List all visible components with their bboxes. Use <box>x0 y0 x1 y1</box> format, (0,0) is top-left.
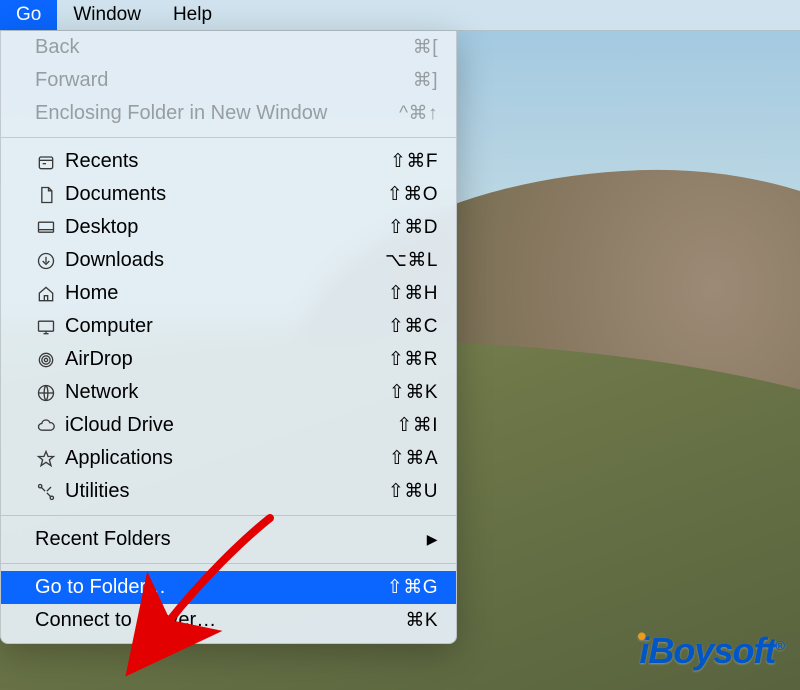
menu-label: Downloads <box>65 249 385 272</box>
applications-icon <box>35 448 57 470</box>
menu-item-computer[interactable]: Computer ⇧⌘C <box>1 310 456 343</box>
menu-label: Documents <box>65 183 387 206</box>
watermark-dot-icon: • <box>637 621 645 651</box>
menubar-item-window[interactable]: Window <box>57 0 157 30</box>
menu-label: Utilities <box>65 480 388 503</box>
menu-label: Network <box>65 381 389 404</box>
menu-label: AirDrop <box>65 348 388 371</box>
menu-item-desktop[interactable]: Desktop ⇧⌘D <box>1 211 456 244</box>
menu-item-icloud-drive[interactable]: iCloud Drive ⇧⌘I <box>1 409 456 442</box>
menu-label: iCloud Drive <box>65 414 396 437</box>
menu-item-documents[interactable]: Documents ⇧⌘O <box>1 178 456 211</box>
watermark-logo: •iBoysoft® <box>631 630 784 672</box>
menu-label: Forward <box>35 69 413 92</box>
menu-label: Home <box>65 282 388 305</box>
menu-item-applications[interactable]: Applications ⇧⌘A <box>1 442 456 475</box>
cloud-icon <box>35 415 57 437</box>
menu-item-go-to-folder[interactable]: Go to Folder… ⇧⌘G <box>1 571 456 604</box>
menu-item-connect-to-server[interactable]: Connect to Server… ⌘K <box>1 604 456 637</box>
menubar: Go Window Help <box>0 0 800 31</box>
menu-item-network[interactable]: Network ⇧⌘K <box>1 376 456 409</box>
watermark-registered: ® <box>775 638 784 653</box>
documents-icon <box>35 184 57 206</box>
menu-separator <box>1 137 456 138</box>
menu-label: Back <box>35 36 413 59</box>
menu-shortcut: ^⌘↑ <box>399 102 438 125</box>
menu-shortcut: ⇧⌘H <box>388 282 438 305</box>
menubar-item-go[interactable]: Go <box>0 0 57 30</box>
menu-shortcut: ⇧⌘G <box>387 576 438 599</box>
submenu-arrow-icon: ▶ <box>427 531 438 548</box>
airdrop-icon <box>35 349 57 371</box>
computer-icon <box>35 316 57 338</box>
menu-label: Connect to Server… <box>35 609 405 632</box>
menu-shortcut: ⇧⌘F <box>390 150 438 173</box>
desktop-background: Go Window Help Back ⌘[ Forward ⌘] Enclos… <box>0 0 800 690</box>
go-menu-dropdown: Back ⌘[ Forward ⌘] Enclosing Folder in N… <box>0 31 457 644</box>
menu-separator <box>1 563 456 564</box>
menu-item-back: Back ⌘[ <box>1 31 456 64</box>
menu-shortcut: ⇧⌘I <box>396 414 438 437</box>
menu-item-downloads[interactable]: Downloads ⌥⌘L <box>1 244 456 277</box>
utilities-icon <box>35 481 57 503</box>
menu-shortcut: ⇧⌘C <box>388 315 438 338</box>
menu-label: Enclosing Folder in New Window <box>35 102 399 125</box>
menu-shortcut: ⌘] <box>413 69 438 92</box>
menu-item-forward: Forward ⌘] <box>1 64 456 97</box>
watermark-text: iBoysoft <box>639 630 775 671</box>
menu-label: Desktop <box>65 216 388 239</box>
menu-item-home[interactable]: Home ⇧⌘H <box>1 277 456 310</box>
menu-item-enclosing-folder: Enclosing Folder in New Window ^⌘↑ <box>1 97 456 130</box>
network-icon <box>35 382 57 404</box>
menu-item-utilities[interactable]: Utilities ⇧⌘U <box>1 475 456 508</box>
downloads-icon <box>35 250 57 272</box>
home-icon <box>35 283 57 305</box>
menu-separator <box>1 515 456 516</box>
menu-shortcut: ⌘[ <box>413 36 438 59</box>
menu-shortcut: ⇧⌘A <box>389 447 438 470</box>
menu-shortcut: ⇧⌘K <box>389 381 438 404</box>
menu-shortcut: ⇧⌘D <box>388 216 438 239</box>
menu-shortcut: ⇧⌘O <box>387 183 438 206</box>
menu-label: Computer <box>65 315 388 338</box>
recents-icon <box>35 151 57 173</box>
menu-shortcut: ⇧⌘R <box>388 348 438 371</box>
desktop-icon <box>35 217 57 239</box>
menubar-item-help[interactable]: Help <box>157 0 228 30</box>
menu-label: Recents <box>65 150 390 173</box>
menu-shortcut: ⌥⌘L <box>385 249 438 272</box>
menu-label: Go to Folder… <box>35 576 387 599</box>
menu-item-recent-folders[interactable]: Recent Folders ▶ <box>1 523 456 556</box>
menu-label: Applications <box>65 447 389 470</box>
menu-shortcut: ⌘K <box>405 609 438 632</box>
menu-label: Recent Folders <box>35 528 427 551</box>
menu-shortcut: ⇧⌘U <box>388 480 438 503</box>
menu-item-recents[interactable]: Recents ⇧⌘F <box>1 145 456 178</box>
menu-item-airdrop[interactable]: AirDrop ⇧⌘R <box>1 343 456 376</box>
